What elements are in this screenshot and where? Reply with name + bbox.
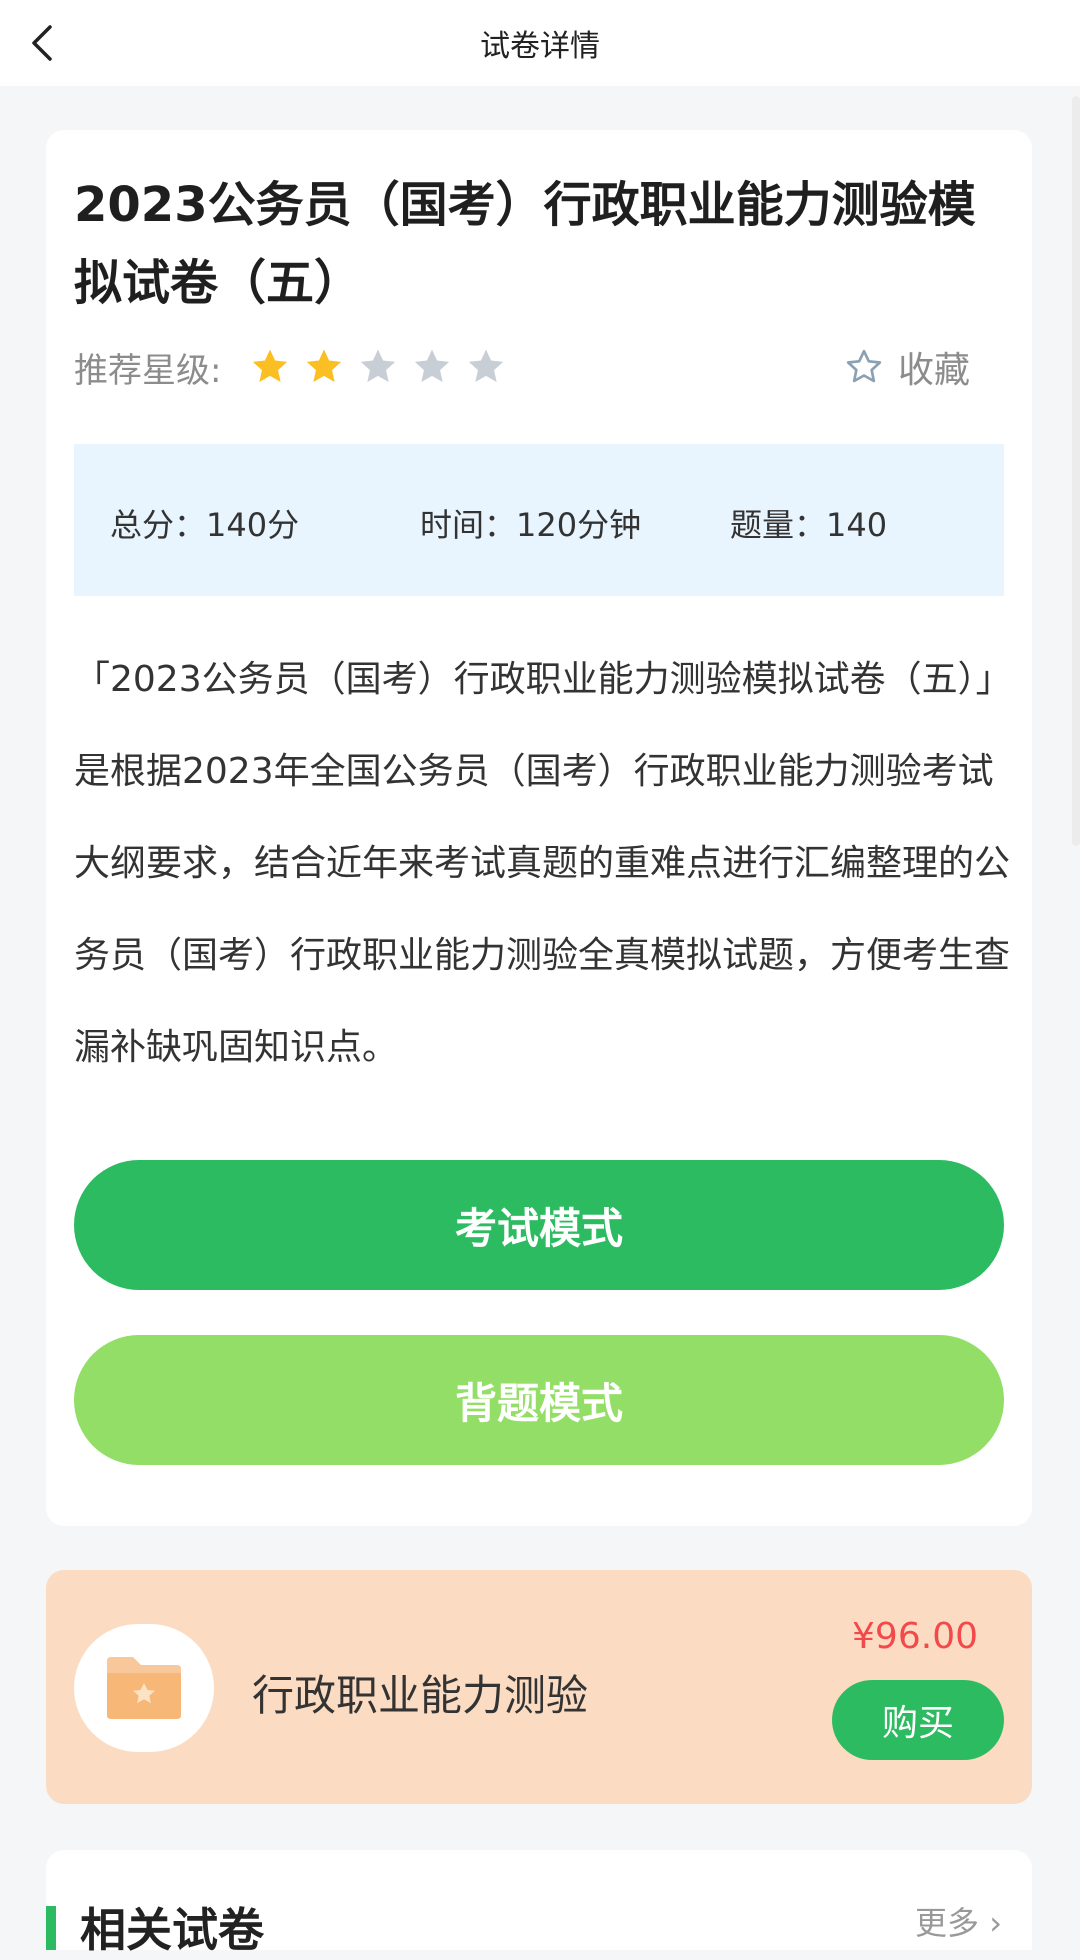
question-count: 题量：140 bbox=[730, 506, 888, 544]
star-empty-icon bbox=[361, 349, 396, 383]
more-link[interactable]: 更多 › bbox=[915, 1898, 1002, 1944]
total-score: 总分：140分 bbox=[110, 506, 300, 544]
buy-button[interactable]: 购买 bbox=[832, 1680, 1004, 1760]
rating-stars bbox=[249, 346, 519, 388]
top-navigation-bar: 试卷详情 bbox=[0, 0, 1080, 86]
favorite-button[interactable]: 收藏 bbox=[844, 342, 970, 392]
section-accent-bar bbox=[46, 1906, 56, 1950]
back-button[interactable] bbox=[20, 20, 66, 66]
scrollbar[interactable] bbox=[1072, 96, 1080, 846]
rating-label: 推荐星级: bbox=[74, 350, 222, 391]
exam-time: 时间：120分钟 bbox=[420, 506, 642, 544]
related-papers-title: 相关试卷 bbox=[80, 1903, 264, 1957]
star-filled-icon bbox=[307, 349, 342, 383]
chevron-left-icon bbox=[32, 25, 52, 61]
stats-panel: 总分：140分 时间：120分钟 题量：140 bbox=[74, 444, 1004, 596]
paper-description: 「2023公务员（国考）行政职业能力测验模拟试卷（五）」是根据2023年全国公务… bbox=[74, 659, 1011, 1068]
study-mode-button[interactable]: 背题模式 bbox=[74, 1335, 1004, 1465]
course-card[interactable]: 行政职业能力测验 ¥96.00 购买 bbox=[46, 1570, 1032, 1804]
star-empty-icon bbox=[469, 349, 504, 383]
rating-row: 推荐星级: 收藏 bbox=[74, 342, 1004, 392]
star-outline-icon bbox=[846, 349, 882, 383]
related-papers-section: 相关试卷 更多 › bbox=[46, 1850, 1032, 1957]
star-empty-icon bbox=[415, 349, 450, 383]
course-icon-container bbox=[74, 1624, 214, 1752]
page-title: 试卷详情 bbox=[480, 29, 600, 64]
paper-detail-card: 2023公务员（国考）行政职业能力测验模拟试卷（五） 推荐星级: 收藏 总分：1… bbox=[46, 130, 1032, 1526]
exam-mode-button[interactable]: 考试模式 bbox=[74, 1160, 1004, 1290]
course-price: ¥96.00 bbox=[852, 1616, 978, 1657]
star-filled-icon bbox=[253, 349, 288, 383]
folder-star-icon bbox=[107, 1657, 181, 1719]
course-name: 行政职业能力测验 bbox=[252, 1671, 589, 1720]
favorite-label: 收藏 bbox=[897, 350, 970, 391]
paper-title: 2023公务员（国考）行政职业能力测验模拟试卷（五） bbox=[74, 177, 976, 311]
